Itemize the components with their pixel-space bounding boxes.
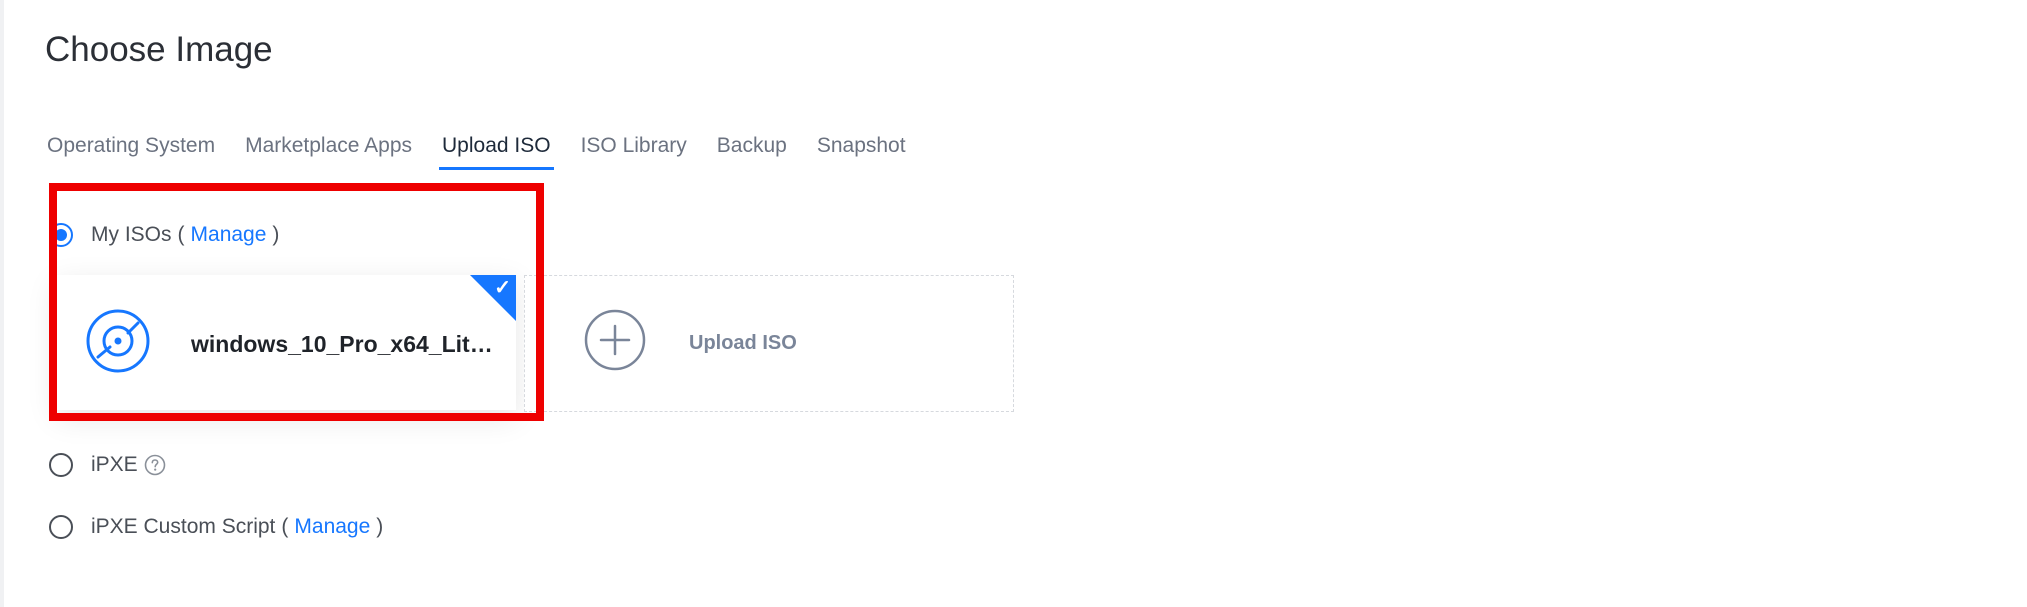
choose-image-page: Choose Image Operating System Marketplac…: [0, 0, 2027, 607]
close-paren: ): [272, 223, 280, 246]
my-isos-label: My ISOs: [91, 223, 172, 246]
image-source-tabs: Operating System Marketplace Apps Upload…: [47, 130, 936, 170]
ipxe-option[interactable]: iPXE: [49, 453, 166, 477]
plus-circle-icon: [584, 309, 646, 371]
tab-operating-system[interactable]: Operating System: [47, 130, 215, 170]
open-paren: (: [177, 223, 185, 246]
ipxe-label: iPXE: [91, 453, 138, 476]
ipxe-custom-script-option[interactable]: iPXE Custom Script ( Manage ): [49, 515, 383, 539]
upload-iso-box[interactable]: Upload ISO: [524, 275, 1014, 412]
tab-snapshot[interactable]: Snapshot: [817, 130, 906, 170]
question-circle-icon[interactable]: [144, 454, 166, 476]
disc-icon: [86, 309, 150, 373]
page-title: Choose Image: [45, 30, 273, 69]
ipxe-custom-script-radio[interactable]: [49, 515, 73, 539]
my-isos-radio[interactable]: [49, 223, 73, 247]
iso-card-selected[interactable]: ✓ windows_10_Pro_x64_Lite_...: [56, 275, 516, 410]
upload-iso-label: Upload ISO: [689, 332, 797, 354]
tab-upload-iso[interactable]: Upload ISO: [439, 130, 554, 170]
my-isos-manage-link[interactable]: Manage: [191, 223, 267, 247]
tab-marketplace-apps[interactable]: Marketplace Apps: [245, 130, 412, 170]
checkmark-icon: ✓: [494, 277, 511, 299]
ipxe-custom-script-manage-link[interactable]: Manage: [294, 515, 370, 539]
my-isos-option[interactable]: My ISOs ( Manage ): [49, 223, 279, 247]
iso-file-name: windows_10_Pro_x64_Lite_...: [191, 331, 501, 357]
close-paren: ): [376, 515, 384, 538]
tab-backup[interactable]: Backup: [717, 130, 787, 170]
tab-iso-library[interactable]: ISO Library: [581, 130, 687, 170]
ipxe-radio[interactable]: [49, 453, 73, 477]
ipxe-custom-script-label: iPXE Custom Script: [91, 515, 276, 538]
open-paren: (: [281, 515, 289, 538]
